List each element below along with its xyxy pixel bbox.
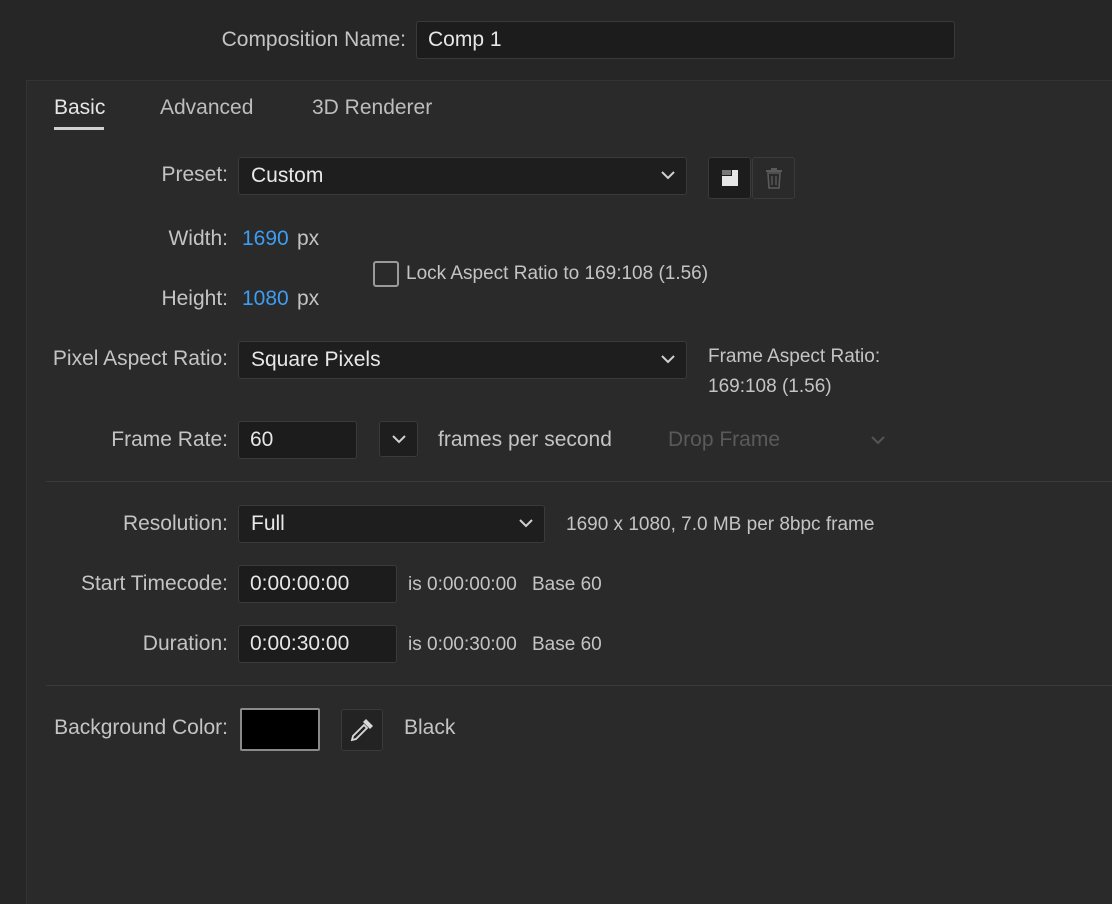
composition-name-label: Composition Name: xyxy=(221,28,406,51)
start-timecode-label: Start Timecode: xyxy=(80,572,228,595)
height-label: Height: xyxy=(161,287,228,310)
pixel-aspect-value: Square Pixels xyxy=(251,348,381,371)
resolution-label: Resolution: xyxy=(122,512,228,535)
frame-aspect-value: 169:108 (1.56) xyxy=(708,376,832,397)
eyedropper-button[interactable] xyxy=(341,709,383,751)
tab-3d-renderer[interactable]: 3D Renderer xyxy=(312,96,432,120)
section-divider xyxy=(46,685,1112,686)
pixel-aspect-label: Pixel Aspect Ratio: xyxy=(52,347,228,370)
width-unit: px xyxy=(297,227,320,250)
resolution-dropdown[interactable]: Full xyxy=(238,505,545,543)
trash-icon xyxy=(765,168,782,189)
delete-preset-button[interactable] xyxy=(752,157,795,199)
preset-label: Preset: xyxy=(161,163,228,186)
pixel-aspect-dropdown[interactable]: Square Pixels xyxy=(238,341,687,379)
height-value[interactable]: 1080 xyxy=(242,287,289,311)
save-preset-icon xyxy=(721,170,738,186)
frame-aspect-label: Frame Aspect Ratio: xyxy=(708,346,881,367)
chevron-down-icon xyxy=(519,519,533,528)
chevron-down-icon xyxy=(391,435,406,444)
lock-aspect-checkbox[interactable] xyxy=(373,261,399,287)
start-timecode-info: is 0:00:00:00 xyxy=(408,574,517,595)
width-label: Width: xyxy=(168,227,228,250)
chevron-down-icon xyxy=(661,171,675,180)
section-divider xyxy=(46,481,1112,482)
settings-panel xyxy=(26,80,1112,904)
chevron-down-icon xyxy=(871,436,885,445)
duration-input[interactable]: 0:00:30:00 xyxy=(238,625,397,663)
frame-rate-label: Frame Rate: xyxy=(111,428,228,451)
duration-info: is 0:00:30:00 xyxy=(408,634,517,655)
preset-dropdown[interactable]: Custom xyxy=(238,157,687,195)
resolution-info: 1690 x 1080, 7.0 MB per 8bpc frame xyxy=(566,514,875,535)
frame-rate-dropdown-button[interactable] xyxy=(379,421,418,457)
save-preset-button[interactable] xyxy=(708,157,751,199)
background-color-label: Background Color: xyxy=(54,716,228,739)
background-color-swatch[interactable] xyxy=(240,708,320,751)
frame-rate-unit: frames per second xyxy=(438,428,612,451)
lock-aspect-label: Lock Aspect Ratio to 169:108 (1.56) xyxy=(406,263,709,284)
start-timecode-input[interactable]: 0:00:00:00 xyxy=(238,565,397,603)
tab-basic[interactable]: Basic xyxy=(54,96,105,120)
eyedropper-icon xyxy=(350,719,373,742)
start-timecode-base: Base 60 xyxy=(532,574,602,595)
frame-rate-input[interactable]: 60 xyxy=(238,421,357,459)
tab-advanced[interactable]: Advanced xyxy=(160,96,253,120)
chevron-down-icon xyxy=(661,355,675,364)
width-value[interactable]: 1690 xyxy=(242,227,289,251)
duration-label: Duration: xyxy=(142,632,228,655)
background-color-name: Black xyxy=(404,716,456,739)
resolution-value: Full xyxy=(251,512,285,535)
duration-base: Base 60 xyxy=(532,634,602,655)
drop-frame-label: Drop Frame xyxy=(668,428,781,451)
preset-value: Custom xyxy=(251,164,324,187)
composition-name-input[interactable]: Comp 1 xyxy=(416,21,955,59)
active-tab-indicator xyxy=(54,127,104,130)
height-unit: px xyxy=(297,287,320,310)
drop-frame-dropdown: Drop Frame xyxy=(656,422,896,458)
